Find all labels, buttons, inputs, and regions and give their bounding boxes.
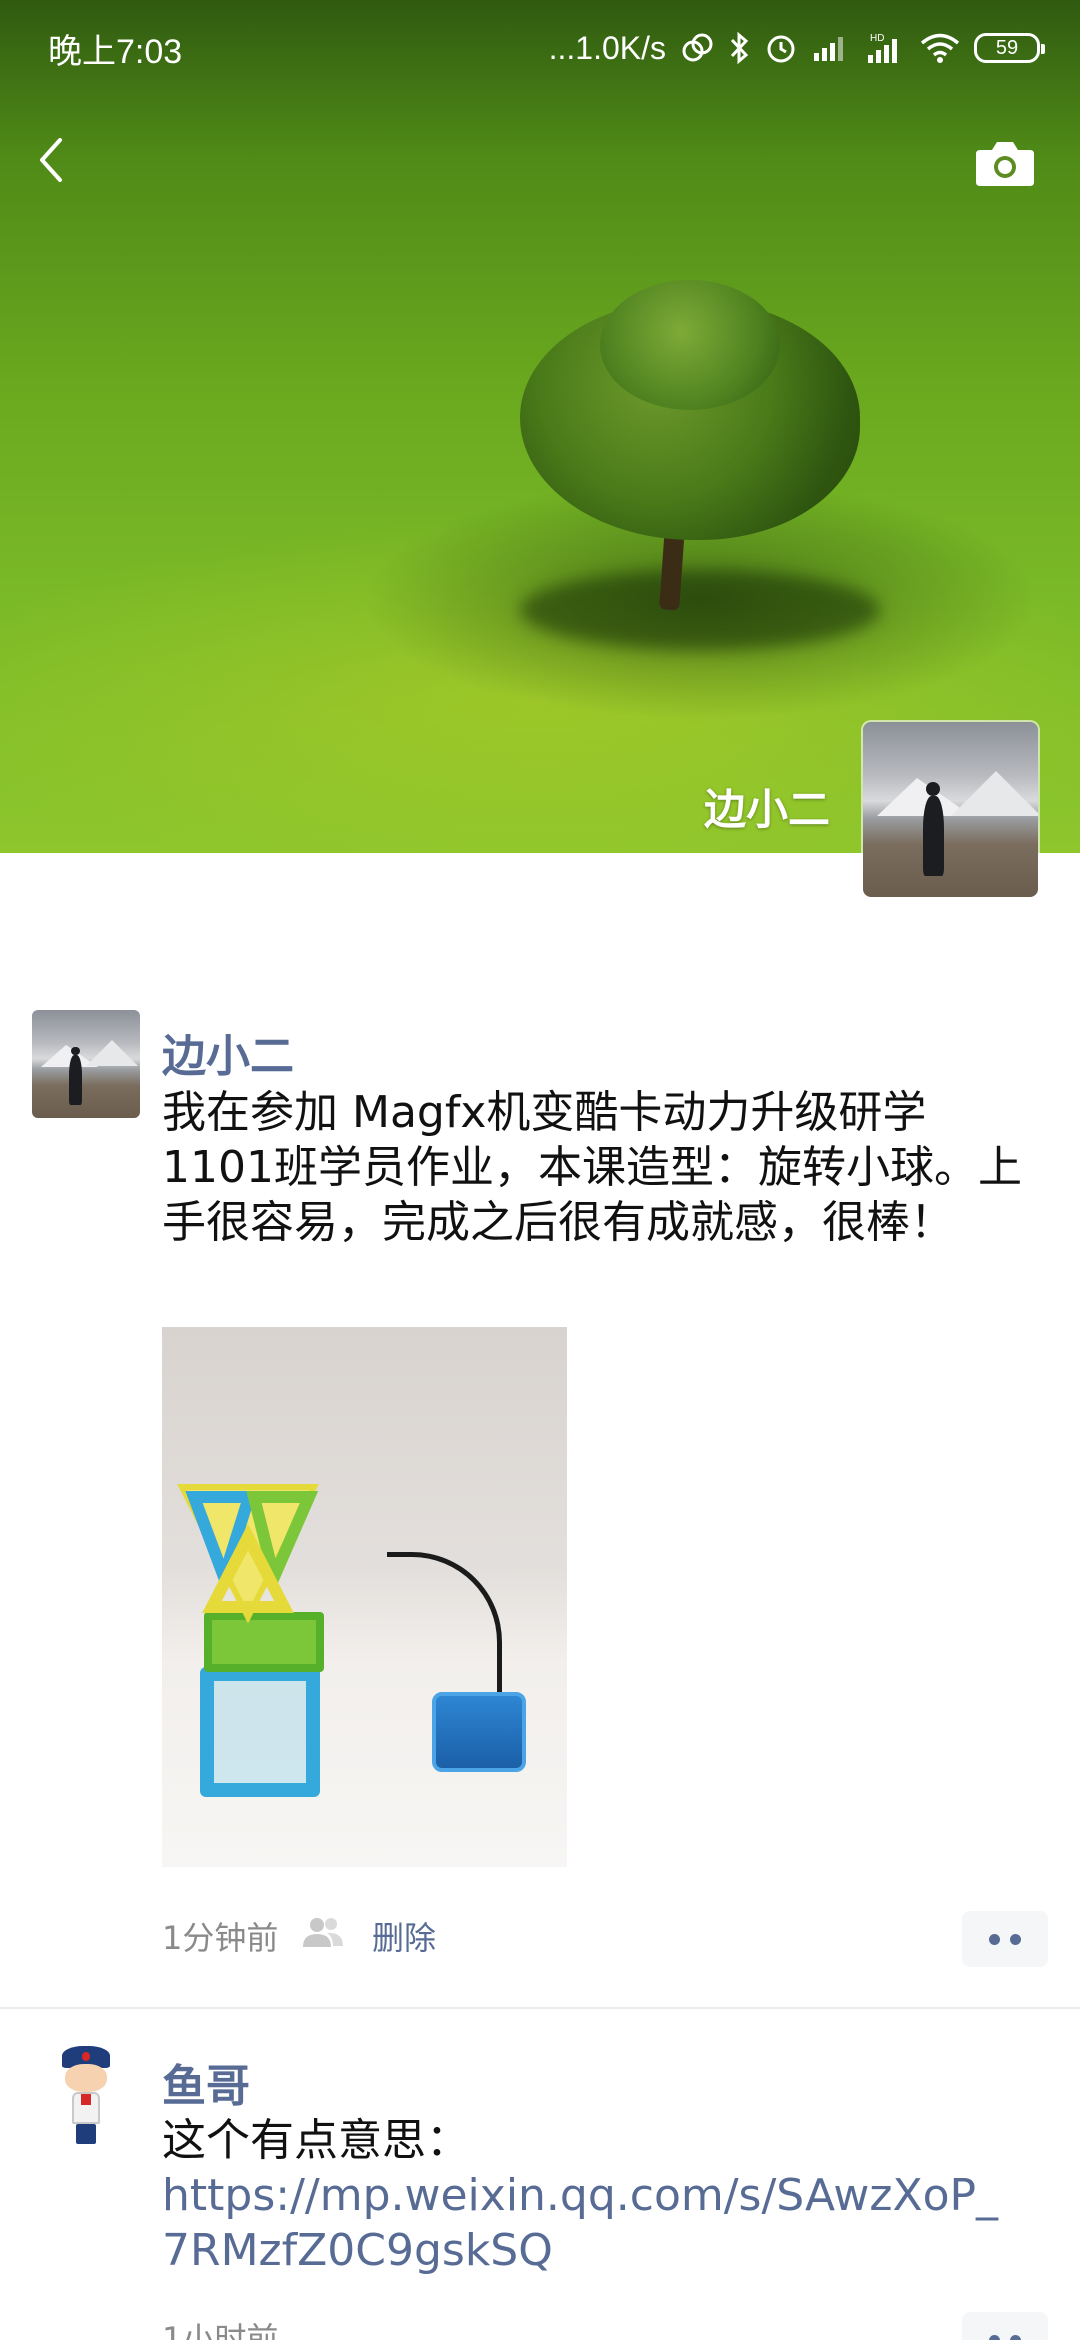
person-head [70,1046,80,1056]
cartoon-legs [76,2124,96,2144]
profile-avatar[interactable] [863,722,1038,897]
post-link[interactable]: https://mp.weixin.qq.com/s/SAwzXoP_7RMzf… [162,2168,1022,2278]
battery-level: 59 [995,36,1019,59]
mountain-peak [86,1040,138,1067]
svg-text:HD: HD [870,33,884,44]
more-actions-button[interactable] [962,2312,1048,2340]
cartoon-face [65,2063,107,2092]
dot [1010,2334,1021,2340]
hotspot-icon [680,31,714,65]
post-text-line: 这个有点意思： [162,2115,470,2166]
person-head [926,781,940,796]
post-author-name[interactable]: 边小二 [162,1020,294,1084]
avatar-image [863,722,1038,897]
post-author-avatar[interactable] [32,1010,140,1118]
camera-button[interactable] [974,138,1036,188]
toy-triangles [177,1484,319,1624]
cartoon-hat-star [81,2051,91,2061]
post-time: 1分钟前 [162,1919,279,1957]
bluetooth-icon [728,31,750,65]
post-text: 我在参加 Magfx机变酷卡动力升级研学1101班学员作业，本课造型：旋转小球。… [162,1087,1022,1248]
toy-battery-box [432,1692,526,1772]
person-silhouette [922,795,944,876]
dot [1010,1933,1021,1945]
signal-icon [812,33,850,63]
person-silhouette [68,1055,82,1106]
friends-visibility-icon[interactable] [300,1914,346,1950]
battery-icon: 59 [974,33,1045,63]
post-photo[interactable] [162,1327,567,1867]
cartoon-avatar-image [32,2040,140,2148]
post-divider [0,2007,1080,2009]
status-right: ...1.0K/s HD 59 [548,29,1045,67]
post-author-name[interactable]: 鱼哥 [162,2050,250,2114]
more-actions-button[interactable] [962,1911,1048,1967]
cartoon-scarf [80,2094,92,2105]
toy-cable [387,1552,502,1692]
chevron-left-icon [40,138,62,182]
post-text: 这个有点意思： https://mp.weixin.qq.com/s/SAwzX… [162,2113,1022,2278]
wifi-icon [920,32,960,64]
dot [989,2334,1000,2340]
post-time: 1小时前 [162,2320,279,2340]
profile-name[interactable]: 边小二 [704,776,830,837]
hd-signal-icon: HD [864,31,906,65]
alarm-icon [764,31,798,65]
tree-canopy-top [600,280,780,410]
post-author-avatar[interactable] [32,2040,140,2148]
dot [989,1933,1000,1945]
network-speed: ...1.0K/s [548,29,666,66]
toy-cube-bottom [200,1667,320,1797]
delete-link[interactable]: 删除 [372,1913,436,1959]
tree-shadow [520,570,880,650]
back-button[interactable] [30,128,74,192]
status-time: 晚上7:03 [48,32,183,71]
status-bar: 晚上7:03 ...1.0K/s HD 59 [0,0,1080,96]
mountain-peak [950,771,1038,816]
camera-icon [976,142,1034,186]
avatar-image [32,1010,140,1118]
